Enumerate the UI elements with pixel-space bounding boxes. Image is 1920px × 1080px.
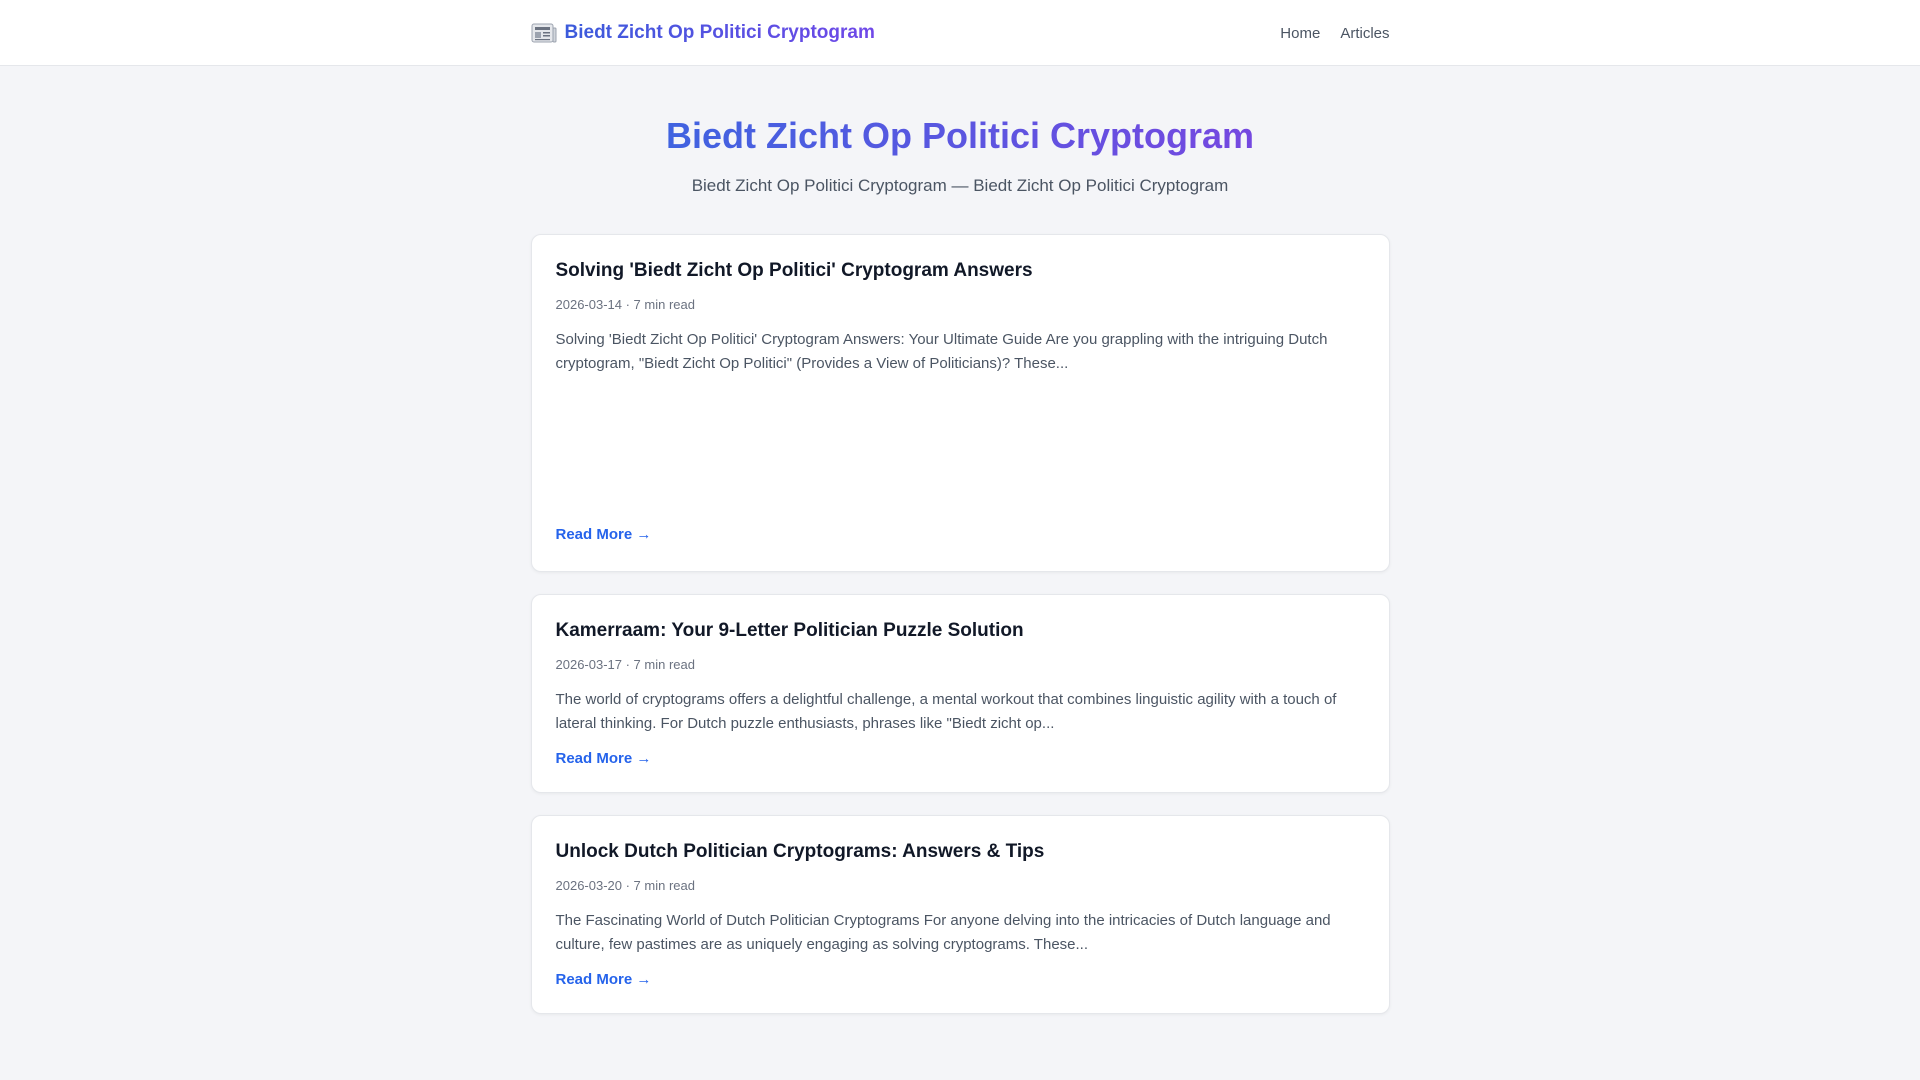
nav-home-link[interactable]: Home — [1280, 25, 1320, 42]
article-excerpt: The Fascinating World of Dutch Politicia… — [555, 912, 1331, 953]
article-meta: 2026-03-14 · 7 min read — [555, 297, 695, 312]
article-card: Solving 'Biedt Zicht Op Politici' Crypto… — [530, 234, 1390, 572]
hero-section: Biedt Zicht Op Politici Cryptogram Biedt… — [0, 66, 1920, 196]
page-title: Biedt Zicht Op Politici Cryptogram — [665, 115, 1255, 156]
read-more-link[interactable]: Read More → — [556, 971, 652, 988]
newspaper-icon — [531, 22, 557, 44]
read-more-link[interactable]: Read More → — [556, 750, 652, 767]
read-more-link[interactable]: Read More → — [556, 526, 652, 543]
article-meta: 2026-03-20 · 7 min read — [555, 878, 695, 893]
nav-articles-link[interactable]: Articles — [1340, 25, 1389, 42]
main-nav: Home Articles — [1280, 25, 1389, 42]
article-excerpt: Solving 'Biedt Zicht Op Politici' Crypto… — [555, 331, 1328, 372]
article-title[interactable]: Unlock Dutch Politician Cryptograms: Ans… — [556, 840, 1365, 864]
article-meta: 2026-03-17 · 7 min read — [555, 657, 695, 672]
brand-name: Biedt Zicht Op Politici Cryptogram — [564, 22, 875, 43]
article-card: Unlock Dutch Politician Cryptograms: Ans… — [530, 815, 1390, 1014]
article-title[interactable]: Kamerraam: Your 9-Letter Politician Puzz… — [556, 619, 1365, 643]
top-navbar: Biedt Zicht Op Politici Cryptogram Home … — [0, 0, 1920, 66]
article-excerpt: The world of cryptograms offers a deligh… — [555, 691, 1337, 732]
navbar-inner: Biedt Zicht Op Politici Cryptogram Home … — [531, 0, 1390, 66]
brand-link[interactable]: Biedt Zicht Op Politici Cryptogram — [531, 22, 875, 44]
article-card: Kamerraam: Your 9-Letter Politician Puzz… — [530, 594, 1390, 793]
article-title[interactable]: Solving 'Biedt Zicht Op Politici' Crypto… — [556, 259, 1365, 283]
article-list: Solving 'Biedt Zicht Op Politici' Crypto… — [530, 234, 1390, 1014]
page-subtitle: Biedt Zicht Op Politici Cryptogram — Bie… — [691, 176, 1229, 195]
